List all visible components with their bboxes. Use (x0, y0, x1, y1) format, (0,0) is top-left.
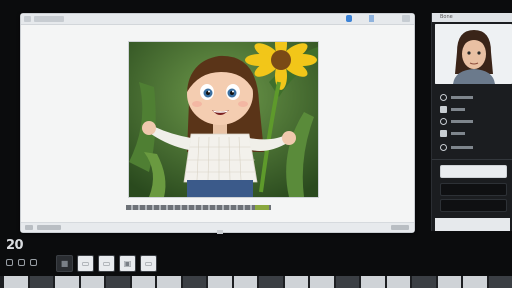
panel-divider (432, 159, 512, 160)
caption-link[interactable] (255, 205, 269, 210)
side-panel-title: Bone (440, 14, 453, 20)
panel-item-3-label (451, 119, 473, 123)
cartoon-girl-sunflower-image (129, 42, 318, 197)
thumbnail[interactable] (412, 276, 436, 288)
app-icon: ▭ (144, 259, 153, 268)
thumbnail[interactable] (259, 276, 283, 288)
tray-icon-1[interactable] (6, 259, 13, 266)
panel-item-5[interactable] (440, 143, 473, 151)
app-icon: ▭ (102, 259, 111, 268)
taskbar-app-2[interactable]: ▭ (77, 255, 94, 272)
clock-icon (440, 117, 447, 125)
settings-icon (440, 143, 447, 151)
thumbnail[interactable] (157, 276, 181, 288)
app-icon: ■ (60, 259, 69, 268)
status-icon[interactable] (25, 225, 33, 230)
close-icon[interactable] (402, 15, 410, 22)
side-panel-header: Bone (432, 13, 512, 22)
panel-dark-field[interactable] (440, 183, 507, 196)
status-zoom[interactable] (391, 225, 409, 230)
displayed-image (128, 41, 319, 198)
panel-item-2[interactable] (440, 105, 465, 113)
thumbnail[interactable] (361, 276, 385, 288)
viewer-titlebar (21, 14, 414, 25)
tray-icons (6, 259, 37, 266)
circle-icon (440, 93, 447, 101)
taskbar-app-3[interactable]: ▭ (98, 255, 115, 272)
thumbnail[interactable] (29, 276, 53, 288)
tray-icon-3[interactable] (30, 259, 37, 266)
panel-item-4[interactable] (440, 129, 465, 137)
bottom-thumbnail-strip (0, 276, 512, 288)
panel-item-1[interactable] (440, 93, 473, 101)
taskbar-app-1[interactable]: ■ (56, 255, 73, 272)
thumbnail[interactable] (208, 276, 232, 288)
app-icon: ▣ (123, 259, 132, 268)
taskbar-app-4[interactable]: ▣ (119, 255, 136, 272)
taskbar-app-5[interactable]: ▭ (140, 255, 157, 272)
panel-item-4-label (451, 131, 465, 135)
panel-dark-field-2[interactable] (440, 199, 507, 212)
panel-item-5-label (451, 145, 473, 149)
thumbnail[interactable] (386, 276, 410, 288)
window-resize-handle[interactable] (217, 230, 223, 234)
thumbnail[interactable] (182, 276, 206, 288)
folder-icon (440, 129, 447, 137)
document-icon (440, 105, 447, 113)
thumbnail[interactable] (80, 276, 104, 288)
avatar[interactable] (435, 24, 512, 84)
bookmark-icon[interactable] (369, 15, 374, 22)
panel-item-3[interactable] (440, 117, 473, 125)
thumbnail[interactable] (310, 276, 334, 288)
tray-icon-2[interactable] (18, 259, 25, 266)
window-title-bar-label (34, 16, 64, 22)
status-text (37, 225, 61, 230)
avatar-portrait (435, 24, 512, 84)
thumbnail[interactable] (233, 276, 257, 288)
thumbnail[interactable] (437, 276, 461, 288)
image-caption-text (126, 205, 271, 210)
panel-item-2-label (451, 107, 465, 111)
clock-display: 20 (6, 238, 24, 253)
panel-footer (435, 218, 510, 231)
thumbnail[interactable] (131, 276, 155, 288)
thumbnail[interactable] (106, 276, 130, 288)
panel-item-1-label (451, 95, 473, 99)
panel-input-field[interactable] (440, 165, 507, 178)
taskbar: ■ ▭ ▭ ▣ ▭ (56, 255, 157, 272)
app-icon: ▭ (81, 259, 90, 268)
thumbnail[interactable] (4, 276, 28, 288)
thumbnail[interactable] (55, 276, 79, 288)
thumbnail[interactable] (463, 276, 487, 288)
side-panel: Bone (431, 13, 512, 231)
image-viewer-window (20, 13, 415, 233)
thumbnail[interactable] (335, 276, 359, 288)
thumbnail[interactable] (488, 276, 512, 288)
shield-icon[interactable] (346, 15, 352, 22)
window-menu-icon[interactable] (24, 16, 31, 22)
thumbnail[interactable] (284, 276, 308, 288)
